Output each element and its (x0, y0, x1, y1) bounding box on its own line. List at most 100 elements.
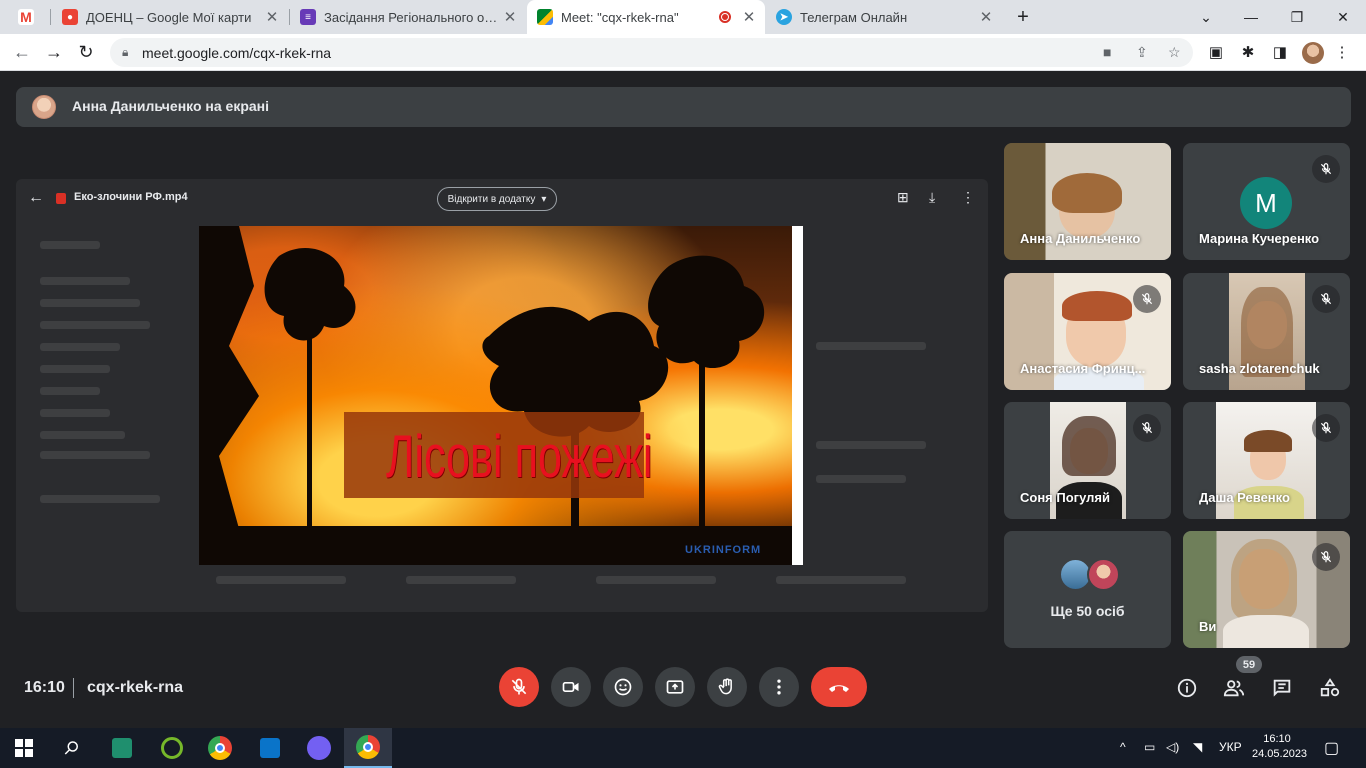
menu-kebab-icon[interactable]: ⋮ (1332, 42, 1352, 62)
minimize-button[interactable]: — (1228, 0, 1274, 34)
participant-tile[interactable]: Анна Данильченко (1004, 143, 1171, 260)
close-window-button[interactable]: ✕ (1320, 0, 1366, 34)
maps-icon: ● (62, 9, 78, 25)
close-icon[interactable]: ✕ (500, 8, 520, 26)
presenter-avatar (32, 95, 56, 119)
raise-hand-button[interactable] (707, 667, 747, 707)
bookmark-star-icon[interactable]: ☆ (1168, 44, 1181, 61)
taskbar-clock[interactable]: 16:10 24.05.2023 (1252, 732, 1308, 762)
more-options-icon[interactable]: ⋮ (961, 189, 975, 206)
network-icon[interactable]: ◥ (1193, 740, 1202, 754)
taskbar-viber[interactable] (295, 728, 343, 768)
taskbar-date: 24.05.2023 (1252, 748, 1308, 760)
divider (73, 678, 74, 698)
chat-button[interactable] (1270, 676, 1294, 700)
present-screen-icon (666, 680, 684, 694)
mic-off-icon (1312, 543, 1340, 571)
app-icon (260, 738, 280, 758)
taskbar-chrome[interactable] (196, 728, 244, 768)
video-title-text: Лісові пожежі (386, 423, 653, 490)
search-button[interactable] (48, 728, 96, 768)
windows-logo-icon (15, 739, 33, 757)
meeting-details-button[interactable] (1175, 676, 1199, 700)
participant-name: Даша Ревенко (1199, 490, 1290, 505)
volume-icon[interactable]: ◁) (1166, 740, 1179, 754)
extension-avatar-icon[interactable]: ▣ (1206, 42, 1226, 62)
close-icon[interactable]: ✕ (976, 8, 996, 26)
share-icon[interactable]: ⇪ (1136, 44, 1148, 61)
taskbar-chrome-active[interactable] (344, 728, 392, 768)
close-icon[interactable]: ✕ (739, 8, 759, 26)
taskbar-app-3[interactable] (246, 728, 294, 768)
people-button[interactable] (1222, 676, 1246, 700)
browser-toolbar: ← → ↻ 🔒︎ meet.google.com/cqx-rkek-rna ■ … (0, 34, 1366, 71)
reload-button[interactable]: ↻ (72, 38, 100, 66)
hang-up-icon (829, 685, 849, 692)
more-options-button[interactable] (759, 667, 799, 707)
mic-off-icon (1312, 155, 1340, 183)
more-participants-label: Ще 50 осіб (1050, 603, 1125, 619)
tab-strip: M ● ДОЕНЦ – Google Мої карти ✕ ≡ Засідан… (0, 0, 1366, 34)
camera-icon[interactable]: ■ (1103, 44, 1111, 60)
present-screen-button[interactable] (655, 667, 695, 707)
tab-forms[interactable]: ≡ Засідання Регіонального осеред ✕ (290, 0, 526, 34)
participant-name: Ви (1199, 619, 1217, 634)
taskbar-app-2[interactable] (148, 728, 196, 768)
leave-call-button[interactable] (811, 667, 867, 707)
more-participants-tile[interactable]: Ще 50 осіб (1004, 531, 1171, 648)
tab-maps[interactable]: ● ДОЕНЦ – Google Мої карти ✕ (52, 0, 288, 34)
address-bar[interactable]: 🔒︎ meet.google.com/cqx-rkek-rna ■ ⇪ ☆ (110, 38, 1193, 67)
tab-meet[interactable]: Meet: "cqx-rkek-rna" ✕ (527, 0, 765, 34)
participant-name: Анастасия Фринц... (1020, 361, 1146, 376)
side-panel-icon[interactable]: ◨ (1270, 42, 1290, 62)
activities-button[interactable] (1318, 676, 1342, 700)
tab-label: Засідання Регіонального осеред (324, 9, 500, 25)
dropdown-arrow-icon: ▾ (541, 193, 547, 205)
emoji-icon (614, 678, 632, 696)
back-button[interactable]: ← (8, 38, 36, 66)
add-comment-icon[interactable]: ⊞ (897, 189, 909, 206)
gmail-icon: M (18, 9, 34, 25)
profile-avatar[interactable] (1302, 42, 1324, 64)
reactions-button[interactable] (603, 667, 643, 707)
new-tab-button[interactable]: + (1003, 0, 1043, 34)
tree-silhouettes (199, 226, 792, 565)
participant-tile[interactable]: Анастасия Фринц... (1004, 273, 1171, 390)
participant-avatar: M (1240, 177, 1292, 229)
restore-button[interactable]: ❐ (1274, 0, 1320, 34)
battery-icon[interactable]: ▭ (1144, 740, 1155, 754)
tab-label: Meet: "cqx-rkek-rna" (561, 9, 679, 25)
download-icon[interactable]: ⤓ (929, 189, 935, 206)
tab-gmail[interactable]: M (8, 0, 48, 34)
participant-tile[interactable]: Соня Погуляй (1004, 402, 1171, 519)
tab-telegram[interactable]: ➤ Телеграм Онлайн ✕ (766, 0, 1002, 34)
participant-name: Марина Кучеренко (1199, 231, 1320, 246)
forward-button[interactable]: → (40, 38, 68, 66)
taskbar-app-1[interactable] (98, 728, 146, 768)
back-arrow-icon[interactable]: ← (28, 189, 44, 207)
hand-icon (718, 678, 732, 695)
tab-label: Телеграм Онлайн (800, 9, 908, 25)
video-viewer-header: ← Еко-злочини РФ.mp4 Відкрити в додатку … (16, 179, 988, 219)
close-icon[interactable]: ✕ (262, 8, 282, 26)
mic-toggle-button[interactable] (499, 667, 539, 707)
presenter-bar: Анна Данильченко на екрані (16, 87, 1351, 127)
participant-tile[interactable]: sasha zlotarenchuk (1183, 273, 1350, 390)
mic-off-icon (1312, 285, 1340, 313)
viber-icon (307, 736, 331, 760)
notifications-icon[interactable]: ▢ (1324, 738, 1339, 758)
self-tile[interactable]: Ви (1183, 531, 1350, 648)
tab-search-icon[interactable]: ⌄ (1183, 0, 1229, 34)
camera-toggle-button[interactable] (551, 667, 591, 707)
video-player[interactable]: Лісові пожежі UKRINFORM (199, 226, 803, 565)
language-indicator[interactable]: УКР (1219, 740, 1242, 754)
tray-overflow-icon[interactable]: ^ (1120, 740, 1126, 754)
participant-tile[interactable]: M Марина Кучеренко (1183, 143, 1350, 260)
forms-icon: ≡ (300, 9, 316, 25)
start-button[interactable] (0, 728, 48, 768)
mic-off-icon (1312, 414, 1340, 442)
video-file-icon (56, 193, 66, 204)
extensions-puzzle-icon[interactable]: ✱ (1238, 42, 1258, 62)
open-with-button[interactable]: Відкрити в додатку ▾ (437, 187, 557, 211)
participant-tile[interactable]: Даша Ревенко (1183, 402, 1350, 519)
